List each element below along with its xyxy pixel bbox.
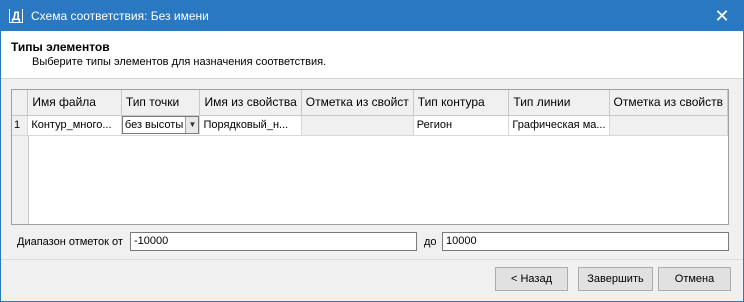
grid-header-row: Имя файла Тип точки Имя из свойства Отме…	[12, 90, 728, 116]
row-header-strip	[12, 136, 29, 224]
back-button[interactable]: < Назад	[495, 267, 568, 291]
row-number[interactable]: 1	[12, 115, 29, 136]
page-subtitle: Выберите типы элементов для назначения с…	[32, 56, 327, 68]
cell-contour-type[interactable]: Регион	[413, 115, 510, 136]
col-header-point-type[interactable]: Тип точки	[121, 90, 201, 116]
cell-elev-prop-2[interactable]	[609, 115, 728, 136]
col-header-name-prop[interactable]: Имя из свойства	[199, 90, 302, 116]
point-type-value: без высоты	[124, 119, 184, 131]
finish-button[interactable]: Завершить	[578, 267, 653, 291]
range-to-input[interactable]: 10000	[442, 232, 729, 251]
window-title: Схема соответствия: Без имени	[31, 9, 209, 23]
range-label: Диапазон отметок от	[17, 236, 123, 248]
table-row[interactable]: 1 Контур_много... без высоты ▼ Порядковы…	[12, 115, 728, 136]
range-to-label: до	[424, 236, 437, 248]
footer-divider	[1, 259, 743, 260]
col-header-contour-type[interactable]: Тип контура	[413, 90, 510, 116]
point-type-combo[interactable]: без высоты ▼	[121, 116, 199, 134]
cell-file[interactable]: Контур_много...	[27, 115, 122, 136]
row-header-corner	[12, 90, 29, 116]
cell-line-type[interactable]: Графическая ма...	[508, 115, 610, 136]
col-header-file[interactable]: Имя файла	[27, 90, 122, 116]
page-title: Типы элементов	[11, 40, 110, 54]
col-header-elev-prop-2[interactable]: Отметка из свойств	[609, 90, 728, 116]
col-header-elev-prop[interactable]: Отметка из свойст	[301, 90, 414, 116]
title-bar[interactable]: Д Схема соответствия: Без имени ✕	[1, 1, 743, 31]
element-types-grid[interactable]: Имя файла Тип точки Имя из свойства Отме…	[11, 89, 729, 225]
close-icon[interactable]: ✕	[701, 1, 743, 31]
app-icon: Д	[9, 9, 23, 23]
range-from-input[interactable]: -10000	[130, 232, 417, 251]
cell-elev-prop[interactable]	[301, 115, 414, 136]
dialog-window: Д Схема соответствия: Без имени ✕ Типы э…	[0, 0, 744, 302]
cell-name-prop[interactable]: Порядковый_н...	[199, 115, 302, 136]
col-header-line-type[interactable]: Тип линии	[508, 90, 610, 116]
chevron-down-icon[interactable]: ▼	[185, 117, 199, 133]
cancel-button[interactable]: Отмена	[658, 267, 731, 291]
wizard-header: Типы элементов Выберите типы элементов д…	[1, 31, 743, 79]
cell-point-type[interactable]: без высоты ▼	[121, 115, 201, 136]
